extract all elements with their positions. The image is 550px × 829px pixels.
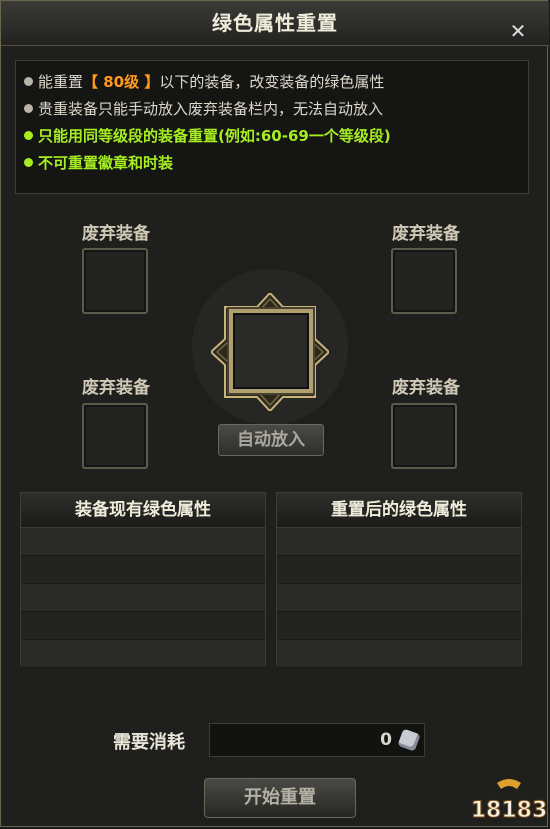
after-reset-attributes-header: 重置后的绿色属性 bbox=[277, 493, 521, 528]
table-row bbox=[277, 612, 521, 640]
info-line-level-range: 只能用同等级段的装备重置(例如:60-69一个等级段) bbox=[24, 123, 391, 149]
bullet-icon bbox=[24, 77, 33, 86]
auto-place-button[interactable]: 自动放入 bbox=[218, 424, 324, 456]
info-panel: 能重置【 80级 】以下的装备，改变装备的绿色属性 贵重装备只能手动放入废弃装备… bbox=[15, 60, 529, 194]
start-reset-button[interactable]: 开始重置 bbox=[204, 778, 356, 818]
table-row bbox=[21, 612, 265, 640]
table-row bbox=[277, 528, 521, 556]
info-line-precious: 贵重装备只能手动放入废弃装备栏内，无法自动放入 bbox=[24, 96, 383, 122]
title-bar: 绿色属性重置 ✕ bbox=[1, 1, 549, 46]
table-row bbox=[277, 556, 521, 584]
table-row bbox=[277, 640, 521, 668]
slot-area: 废弃装备 废弃装备 废弃装备 废弃装备 自动放入 bbox=[1, 201, 549, 481]
discard-label-top-left: 废弃装备 bbox=[82, 224, 150, 244]
current-attributes-table: 装备现有绿色属性 bbox=[20, 492, 266, 668]
bullet-icon bbox=[24, 104, 33, 113]
table-row bbox=[21, 584, 265, 612]
level-highlight: 【 80级 】 bbox=[83, 73, 160, 91]
discard-label-bottom-left: 废弃装备 bbox=[82, 378, 150, 398]
current-attributes-header: 装备现有绿色属性 bbox=[21, 493, 265, 528]
dice-icon bbox=[397, 728, 421, 752]
table-row bbox=[21, 528, 265, 556]
bullet-icon bbox=[24, 158, 33, 167]
info-line-text: 不可重置徽章和时装 bbox=[38, 154, 174, 172]
table-row bbox=[277, 584, 521, 612]
discard-label-bottom-right: 废弃装备 bbox=[392, 378, 460, 398]
target-equipment-slot[interactable] bbox=[229, 309, 313, 393]
discard-slot-bottom-right[interactable] bbox=[391, 403, 457, 469]
svg-text:18183: 18183 bbox=[471, 798, 548, 823]
site-logo-watermark: 18183 bbox=[470, 779, 548, 824]
discard-slot-top-right[interactable] bbox=[391, 248, 457, 314]
close-icon[interactable]: ✕ bbox=[505, 18, 531, 44]
info-line-suffix: 以下的装备，改变装备的绿色属性 bbox=[159, 73, 385, 91]
table-row bbox=[21, 556, 265, 584]
info-line-text: 贵重装备只能手动放入废弃装备栏内，无法自动放入 bbox=[38, 100, 384, 118]
bullet-icon bbox=[24, 131, 33, 140]
info-line-text: 只能用同等级段的装备重置(例如:60-69一个等级段) bbox=[38, 127, 391, 145]
discard-slot-bottom-left[interactable] bbox=[82, 403, 148, 469]
cost-value: 0 bbox=[380, 730, 392, 750]
info-line-level: 能重置【 80级 】以下的装备，改变装备的绿色属性 bbox=[24, 69, 384, 95]
window-title: 绿色属性重置 bbox=[212, 11, 338, 35]
reset-window: 绿色属性重置 ✕ 能重置【 80级 】以下的装备，改变装备的绿色属性 贵重装备只… bbox=[0, 0, 549, 827]
table-row bbox=[21, 640, 265, 668]
info-line-exclusion: 不可重置徽章和时装 bbox=[24, 150, 173, 176]
after-reset-attributes-table: 重置后的绿色属性 bbox=[276, 492, 522, 668]
info-line-prefix: 能重置 bbox=[38, 73, 84, 91]
discard-slot-top-left[interactable] bbox=[82, 248, 148, 314]
cost-label: 需要消耗 bbox=[113, 732, 185, 753]
cost-box: 0 bbox=[209, 723, 425, 757]
discard-label-top-right: 废弃装备 bbox=[392, 224, 460, 244]
